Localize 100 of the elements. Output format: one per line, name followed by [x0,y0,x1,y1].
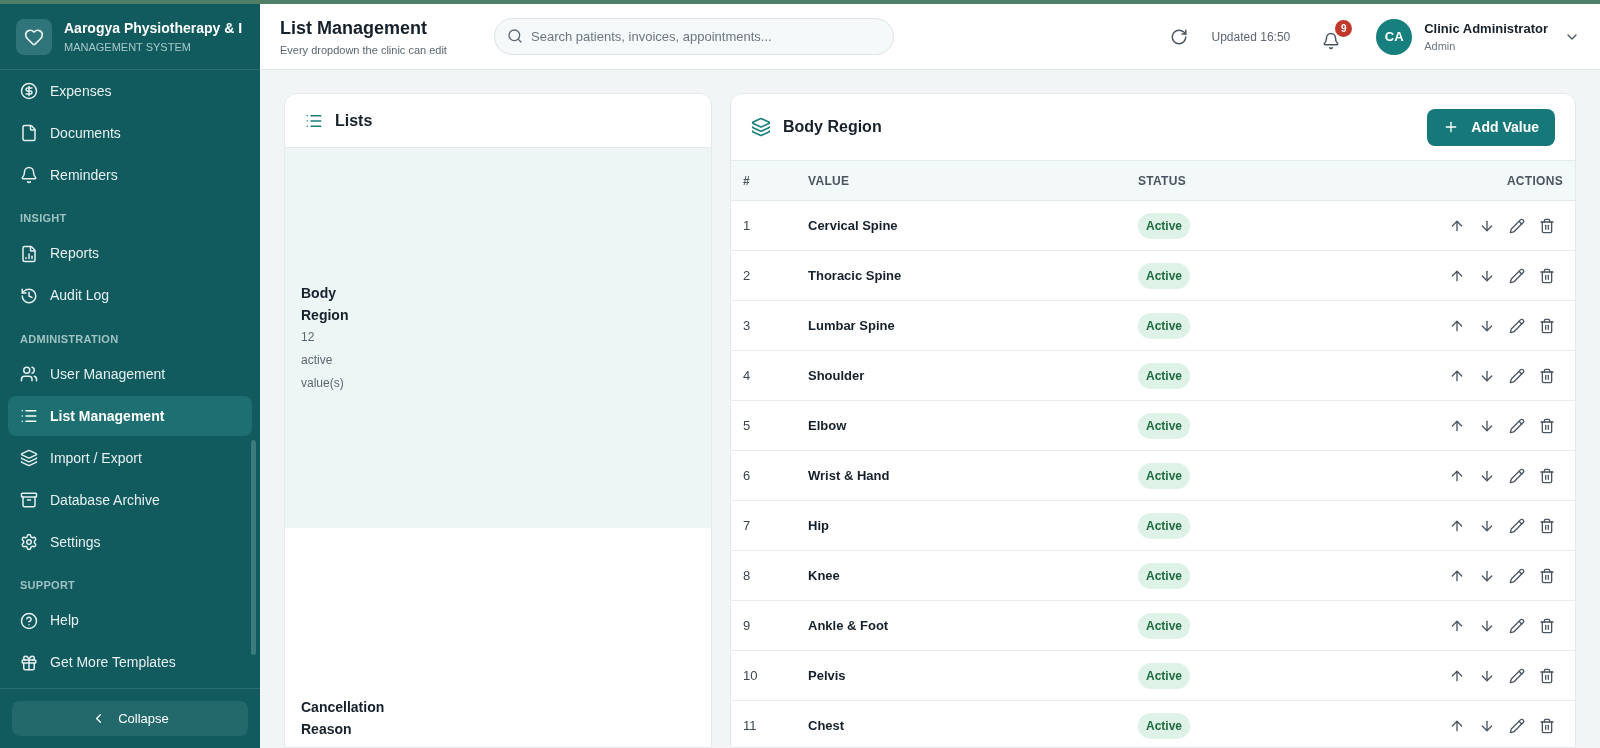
sidebar-item[interactable]: List Management [8,396,252,436]
column-header: STATUS [1138,172,1188,190]
edit-icon[interactable] [1509,417,1525,434]
row-number: 6 [743,466,752,485]
avatar[interactable]: CA [1376,18,1413,55]
brand-name: Aarogya Physiotherapy & I [64,18,243,38]
row-number: 1 [743,216,752,235]
panel-title: Lists [335,110,373,131]
edit-icon[interactable] [1509,217,1525,234]
bell-icon [20,166,38,184]
edit-icon[interactable] [1509,617,1525,634]
row-number: 9 [743,616,752,635]
archive-icon [20,491,38,509]
sidebar-item[interactable]: Reminders [8,155,252,195]
delete-icon[interactable] [1539,267,1555,284]
add-value-button[interactable]: Add Value [1427,108,1555,146]
refresh-icon[interactable] [1169,27,1188,46]
sidebar-item[interactable]: Get More Templates [8,642,252,683]
row-number: 3 [743,316,752,335]
edit-icon[interactable] [1509,367,1525,384]
delete-icon[interactable] [1539,467,1555,484]
row-number: 10 [743,666,759,685]
sidebar-item[interactable]: User Management [8,354,252,394]
row-number: 8 [743,566,752,585]
value-cell-text: Hip [808,516,830,535]
scrollbar[interactable] [251,440,256,655]
panel-title: Body Region [783,117,882,137]
section-title: INSIGHT [19,211,68,226]
sidebar-item[interactable]: Audit Log [8,275,252,316]
edit-icon[interactable] [1509,667,1525,684]
sidebar-item[interactable]: Help [8,600,252,641]
sidebar-item[interactable]: Expenses [8,71,252,111]
value-cell-text: Cervical Spine [808,216,899,235]
value-cell-text: Pelvis [808,666,847,685]
value-cell-text: Knee [808,566,841,585]
delete-icon[interactable] [1539,717,1555,734]
bell-icon [1322,31,1341,50]
document-icon [20,124,38,142]
value-cell-text: Wrist & Hand [808,466,891,485]
users-icon [20,365,38,383]
delete-icon[interactable] [1539,517,1555,534]
sidebar-item[interactable]: Import / Export [8,438,252,478]
edit-icon[interactable] [1509,467,1525,484]
delete-icon[interactable] [1539,617,1555,634]
status-badge: Active [1138,562,1191,589]
list-icon [20,407,38,425]
layers-icon [20,449,38,467]
list-unit: value(s) [301,374,345,392]
row-number: 5 [743,416,752,435]
notification-badge: 9 [1335,19,1353,37]
column-header: VALUE [808,172,851,190]
delete-icon[interactable] [1539,417,1555,434]
value-cell-text: Thoracic Spine [808,266,903,285]
notification-button[interactable]: 9 [1322,19,1353,54]
edit-icon[interactable] [1509,517,1525,534]
list-item[interactable]: Body Region 12 active value(s) [285,148,711,528]
status-badge: Active [1138,362,1191,389]
list-name: Body Region [301,283,349,325]
user-name: Clinic Administrator [1424,19,1548,38]
column-header: ACTIONS [1505,172,1563,190]
column-header: # [743,172,751,190]
status-badge: Active [1138,412,1191,439]
delete-icon[interactable] [1539,217,1555,234]
status-badge: Active [1138,262,1191,289]
layers-icon [751,117,771,137]
settings-icon [20,533,38,551]
delete-icon[interactable] [1539,567,1555,584]
user-role: Admin [1424,39,1457,54]
brand-subtitle: MANAGEMENT SYSTEM [64,39,192,55]
help-icon [20,611,38,630]
sidebar-item[interactable]: Documents [8,113,252,153]
status-badge: Active [1138,212,1191,239]
status-badge: Active [1138,462,1191,489]
updated-time: Updated 16:50 [1211,28,1291,46]
search-field[interactable]: Search patients, invoices, appointments... [494,18,894,55]
value-cell-text: Chest [808,716,846,735]
value-cell-text: Lumbar Spine [808,316,896,335]
value-cell-text: Elbow [808,416,848,435]
edit-icon[interactable] [1509,567,1525,584]
sidebar-item[interactable]: Settings [8,522,252,562]
row-number: 4 [743,366,752,385]
page-subtitle: Every dropdown the clinic can edit [280,42,448,58]
edit-icon[interactable] [1509,317,1525,334]
status-badge: Active [1138,712,1191,739]
list-count: 12 [301,328,316,346]
sidebar-item[interactable]: Database Archive [8,480,252,520]
collapse-button[interactable]: Collapse [12,701,248,736]
list-status: active [301,351,334,369]
edit-icon[interactable] [1509,267,1525,284]
status-badge: Active [1138,612,1191,639]
value-cell-text: Shoulder [808,366,866,385]
sidebar-item[interactable]: Reports [8,233,252,274]
row-number: 7 [743,516,752,535]
edit-icon[interactable] [1509,717,1525,734]
delete-icon[interactable] [1539,317,1555,334]
delete-icon[interactable] [1539,667,1555,684]
chart-icon [20,244,38,263]
delete-icon[interactable] [1539,367,1555,384]
page-title: List Management [280,16,429,40]
status-badge: Active [1138,312,1191,339]
